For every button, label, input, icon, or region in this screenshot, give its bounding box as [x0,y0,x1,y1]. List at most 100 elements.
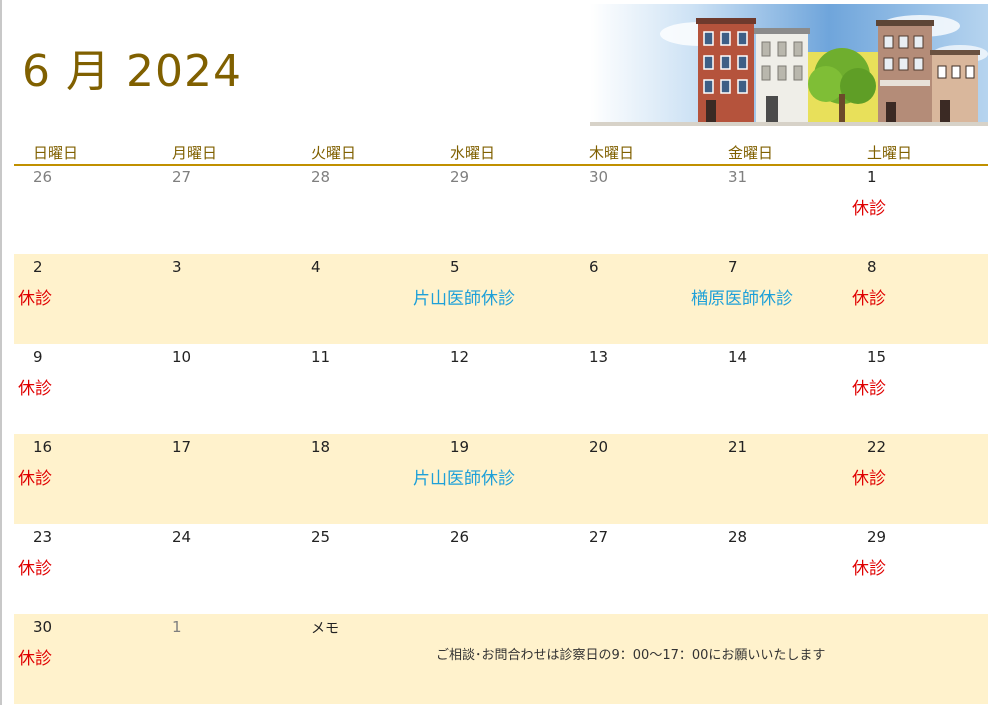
calendar-day-cell[interactable]: 4 [292,254,431,344]
calendar-day-cell[interactable]: 9 休診 [14,344,153,434]
memo-label: メモ [311,621,339,637]
calendar-day-cell[interactable]: 25 [292,524,431,614]
day-number: 2 [33,258,43,276]
calendar-day-cell[interactable]: 8 休診 [848,254,987,344]
calendar-day-cell[interactable]: 30 [570,164,709,254]
calendar-week-row-4: 16 休診 17 18 19 片山医師休診 20 21 22 休診 [14,434,988,524]
calendar-day-cell[interactable]: 5 片山医師休診 [413,254,570,344]
calendar-day-cell[interactable]: 1 休診 [848,164,987,254]
day-number: 21 [728,438,748,456]
calendar-day-cell[interactable]: 17 [153,434,292,524]
day-number: 13 [589,348,609,366]
page-title: 6 月 2024 [22,46,242,97]
weekday-header: 日曜日 月曜日 火曜日 水曜日 木曜日 金曜日 土曜日 [14,138,988,166]
day-number: 18 [311,438,331,456]
day-number: 20 [589,438,609,456]
day-number: 19 [450,438,470,456]
calendar-day-cell[interactable]: 29 休診 [848,524,987,614]
calendar-day-cell[interactable]: 21 [709,434,848,524]
calendar-day-cell[interactable]: 3 [153,254,292,344]
day-number: 28 [728,528,748,546]
calendar-day-cell[interactable]: 26 [431,524,570,614]
day-number: 27 [172,168,192,186]
weekday-label: 水曜日 [450,144,496,162]
calendar-week-row-6: 30 休診 1 メモ ご相談･お問合わせは診察日の9：00～17：00にお願いい… [14,614,988,704]
day-number: 16 [33,438,53,456]
townhouses-banner-image [590,4,988,126]
calendar-day-cell[interactable]: 7 楢原医師休診 [691,254,848,344]
doctor-absence-note: 楢原医師休診 [691,289,793,309]
calendar-day-cell[interactable]: 28 [709,524,848,614]
calendar-day-cell[interactable]: 23 休診 [14,524,153,614]
calendar-week-row-5: 23 休診 24 25 26 27 28 29 休診 [14,524,988,614]
closed-note: 休診 [18,559,52,579]
day-number: 7 [728,258,738,276]
weekday-label: 土曜日 [867,144,913,162]
day-number: 29 [450,168,470,186]
day-number: 23 [33,528,53,546]
calendar-day-cell[interactable]: 15 休診 [848,344,987,434]
closed-note: 休診 [852,379,886,399]
day-number: 31 [728,168,748,186]
calendar-day-cell[interactable]: 22 休診 [848,434,987,524]
calendar-day-cell[interactable]: 18 [292,434,431,524]
calendar-day-cell[interactable]: 28 [292,164,431,254]
calendar-day-cell[interactable]: 24 [153,524,292,614]
calendar-day-cell[interactable]: 1 [153,614,292,704]
calendar-day-cell[interactable]: 31 [709,164,848,254]
calendar-week-row-2: 2 休診 3 4 5 片山医師休診 6 7 楢原医師休診 8 休診 [14,254,988,344]
day-number: 10 [172,348,192,366]
calendar-day-cell[interactable]: 13 [570,344,709,434]
day-number: 30 [33,618,53,636]
day-number: 6 [589,258,599,276]
day-number: 17 [172,438,192,456]
weekday-label: 月曜日 [172,144,218,162]
closed-note: 休診 [18,469,52,489]
day-number: 28 [311,168,331,186]
weekday-label: 金曜日 [728,144,774,162]
calendar-day-cell[interactable]: 20 [570,434,709,524]
day-number: 12 [450,348,470,366]
closed-note: 休診 [852,289,886,309]
weekday-label: 木曜日 [589,144,635,162]
day-number: 30 [589,168,609,186]
day-number: 15 [867,348,887,366]
calendar-day-cell[interactable]: 19 片山医師休診 [413,434,570,524]
calendar-day-cell[interactable]: 29 [431,164,570,254]
day-number: 4 [311,258,321,276]
day-number: 3 [172,258,182,276]
day-number: 24 [172,528,192,546]
day-number: 14 [728,348,748,366]
day-number: 9 [33,348,43,366]
day-number: 1 [867,168,877,186]
calendar-day-cell[interactable]: 11 [292,344,431,434]
day-number: 5 [450,258,460,276]
calendar-day-cell[interactable]: 2 休診 [14,254,153,344]
calendar-day-cell[interactable]: 6 [570,254,709,344]
calendar-day-cell[interactable]: 27 [570,524,709,614]
closed-note: 休診 [18,649,52,669]
day-number: 22 [867,438,887,456]
calendar-day-cell[interactable]: 27 [153,164,292,254]
closed-note: 休診 [852,469,886,489]
day-number: 1 [172,618,182,636]
calendar-day-cell[interactable]: 16 休診 [14,434,153,524]
doctor-absence-note: 片山医師休診 [413,469,515,489]
weekday-label: 火曜日 [311,144,357,162]
closed-note: 休診 [852,559,886,579]
day-number: 29 [867,528,887,546]
calendar-day-cell[interactable]: 26 [14,164,153,254]
closed-note: 休診 [852,199,886,219]
calendar-day-cell[interactable]: 10 [153,344,292,434]
calendar-day-cell[interactable]: 12 [431,344,570,434]
closed-note: 休診 [18,379,52,399]
weekday-label: 日曜日 [33,144,79,162]
day-number: 11 [311,348,331,366]
closed-note: 休診 [18,289,52,309]
day-number: 27 [589,528,609,546]
day-number: 26 [450,528,470,546]
calendar-day-cell[interactable]: 30 休診 [14,614,153,704]
day-number: 25 [311,528,331,546]
memo-text: ご相談･お問合わせは診察日の9：00～17：00にお願いいたします [436,648,826,663]
calendar-day-cell[interactable]: 14 [709,344,848,434]
